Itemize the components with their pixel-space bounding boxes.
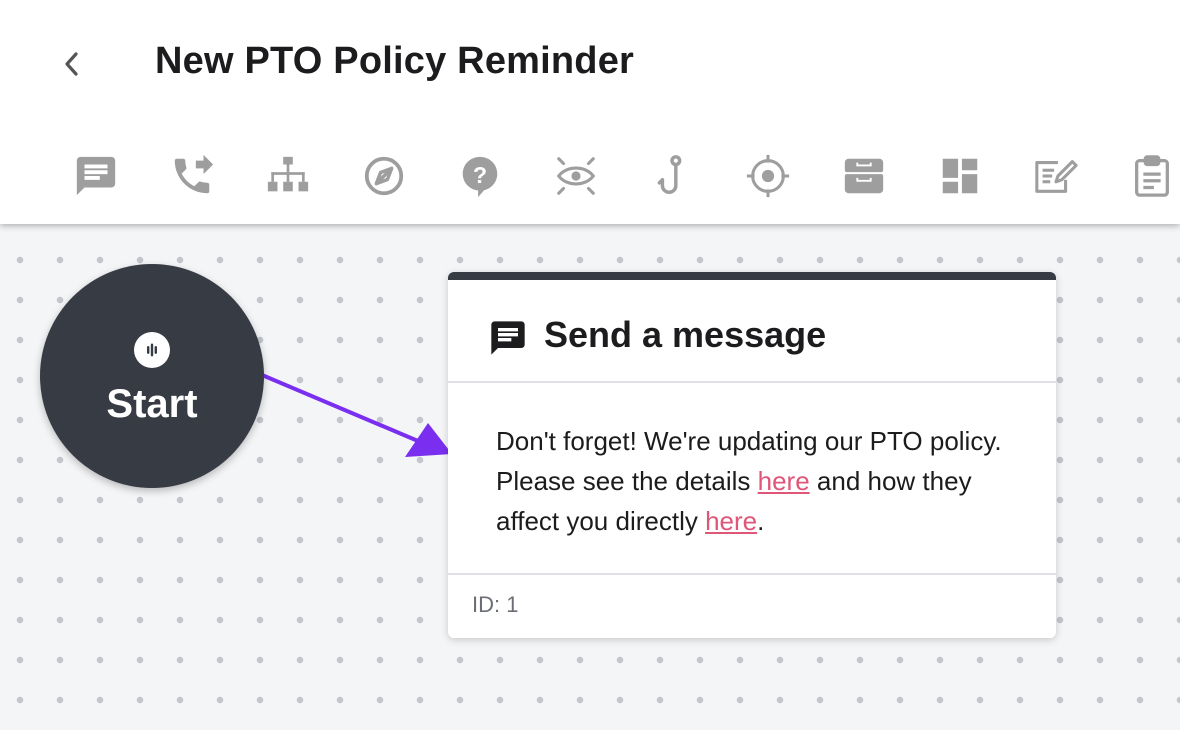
sitemap-icon bbox=[267, 156, 309, 192]
clipboard-icon bbox=[1135, 155, 1169, 197]
header-bar: New PTO Policy Reminder ? bbox=[0, 0, 1180, 224]
details-link[interactable]: here bbox=[758, 466, 810, 496]
tool-ask-question[interactable]: ? bbox=[454, 148, 506, 204]
tool-hook[interactable] bbox=[646, 148, 698, 204]
dashboard-icon bbox=[942, 158, 978, 194]
message-text: Don't forget! We're updating our PTO pol… bbox=[448, 383, 1056, 575]
tool-inbox[interactable] bbox=[838, 148, 890, 204]
question-bubble-icon: ? bbox=[462, 156, 498, 198]
start-node[interactable]: Start bbox=[40, 264, 264, 488]
tool-watch[interactable] bbox=[550, 148, 602, 204]
tool-branch[interactable] bbox=[262, 148, 314, 204]
affect-link[interactable]: here bbox=[705, 506, 757, 536]
message-icon bbox=[491, 321, 525, 355]
crosshair-icon bbox=[746, 154, 790, 198]
compass-icon bbox=[364, 156, 404, 196]
node-id: ID: 1 bbox=[472, 592, 519, 617]
form-edit-icon bbox=[1035, 160, 1078, 193]
card-title: Send a message bbox=[544, 314, 827, 355]
message-icon bbox=[76, 156, 116, 196]
tool-send-message[interactable] bbox=[70, 148, 122, 204]
flow-canvas[interactable]: Start Send a message Don't forget! We're… bbox=[0, 224, 1180, 730]
svg-text:?: ? bbox=[473, 162, 487, 188]
start-label: Start bbox=[106, 382, 198, 426]
inbox-tray-icon bbox=[844, 158, 884, 194]
tool-form[interactable] bbox=[1030, 148, 1082, 204]
message-text-part3: . bbox=[757, 506, 765, 536]
voice-bars-icon bbox=[134, 332, 170, 368]
hook-icon bbox=[657, 155, 682, 194]
chevron-left-icon bbox=[65, 52, 78, 76]
tool-target[interactable] bbox=[742, 148, 794, 204]
tool-dashboard[interactable] bbox=[934, 148, 986, 204]
node-toolbar: ? bbox=[0, 148, 1180, 204]
send-message-node[interactable]: Send a message Don't forget! We're updat… bbox=[448, 272, 1056, 638]
eye-icon bbox=[557, 157, 595, 195]
phone-forward-icon bbox=[174, 154, 214, 194]
card-header: Send a message bbox=[448, 280, 1056, 383]
tool-phone-forward[interactable] bbox=[166, 148, 218, 204]
back-button[interactable] bbox=[52, 42, 92, 86]
page-title: New PTO Policy Reminder bbox=[155, 40, 635, 82]
tool-clipboard[interactable] bbox=[1126, 148, 1178, 204]
tool-navigate[interactable] bbox=[358, 148, 410, 204]
